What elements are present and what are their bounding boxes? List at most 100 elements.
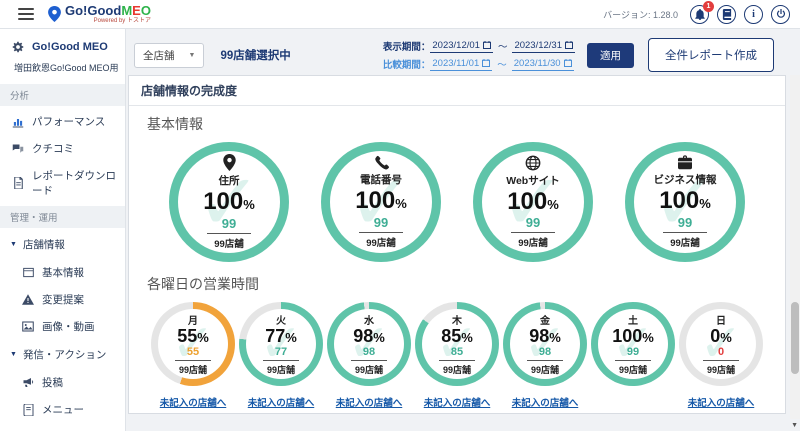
gauge-count: 98 <box>538 346 552 359</box>
gauge-business-info: ✓ ビジネス情報 100% 99 99店舗 <box>625 142 745 262</box>
basic-info-heading: 基本情報 <box>147 116 203 132</box>
tilde: ～ <box>497 42 508 53</box>
page-title: 店舗情報の完成度 <box>129 76 785 106</box>
day-label: 土 <box>628 315 638 327</box>
gauge-total: 99店舗 <box>518 238 548 250</box>
gauge-total: 99店舗 <box>178 365 207 376</box>
gauge-percent: 98% <box>529 325 561 346</box>
manual-button[interactable] <box>717 4 736 24</box>
app-logo: Go!GoodMEO Powered by トストア <box>48 4 151 24</box>
day-label: 火 <box>276 315 286 327</box>
weekday-gauges: ✓ 月 55% 55 99店舗 未記入の店舗へ ✓ 火 77% 77 99店舗 … <box>129 296 785 409</box>
sidebar-item-images-videos[interactable]: 画像・動画 <box>0 313 125 340</box>
divider <box>351 360 387 362</box>
sidebar-group-store-info[interactable]: ▼ 店舗情報 <box>0 230 125 259</box>
megaphone-icon <box>22 377 34 388</box>
day-label: 金 <box>540 315 550 327</box>
day-label: 日 <box>716 315 726 327</box>
tilde: ～ <box>497 60 507 71</box>
store-select[interactable]: 全店舗 ▼ <box>134 42 205 68</box>
logout-button[interactable] <box>771 4 790 24</box>
sidebar-item-posts[interactable]: 投稿 <box>0 369 125 396</box>
gauge-percent: 100% <box>507 187 559 215</box>
display-to-input[interactable]: 2023/12/31 <box>512 40 575 53</box>
display-period-row: 表示期間： 2023/12/01 ～ 2023/12/31 <box>383 39 575 53</box>
sidebar-item-review-reply[interactable]: クチコミ返信 <box>0 423 125 431</box>
warning-icon <box>22 294 34 305</box>
apply-button[interactable]: 適用 <box>587 42 634 68</box>
weekday-column-sun: ✓ 日 0% 0 99店舗 未記入の店舗へ <box>679 302 763 409</box>
sidebar-item-label: 変更提案 <box>42 294 84 306</box>
comments-icon <box>12 143 24 155</box>
gauge-count: 99 <box>373 214 389 230</box>
basic-info-gauges: ✓ 住所 100% 99 99店舗 ✓ 電話番号 100% 99 99店舗 ✓ … <box>129 136 785 266</box>
compare-to-value: 2023/11/30 <box>513 57 561 69</box>
completion-card: 店舗情報の完成度 基本情報 ✓ 住所 100% 99 99店舗 ✓ 電話番号 1… <box>128 75 786 414</box>
calendar-icon <box>482 59 491 67</box>
scrollbar-thumb[interactable] <box>791 302 799 375</box>
book-icon <box>722 8 731 20</box>
main-content: 全店舗 ▼ 99店舗選択中 表示期間： 2023/12/01 ～ 2023/12… <box>126 29 800 431</box>
unfilled-stores-link[interactable]: 未記入の店舗へ <box>160 395 227 409</box>
divider <box>703 360 739 362</box>
image-icon <box>22 321 34 332</box>
sidebar-item-change-proposal[interactable]: 変更提案 <box>0 286 125 313</box>
sidebar-account-title: Go!Good MEO <box>32 41 108 53</box>
globe-icon <box>525 155 541 171</box>
unfilled-stores-link[interactable]: 未記入の店舗へ <box>248 395 315 409</box>
gauge-label: ビジネス情報 <box>653 174 717 187</box>
sidebar-item-reviews[interactable]: クチコミ <box>0 135 125 162</box>
unfilled-stores-link[interactable]: 未記入の店舗へ <box>512 395 579 409</box>
notifications-button[interactable]: 1 <box>690 0 714 24</box>
gauge-label: 住所 <box>218 175 240 188</box>
gauge-mon: ✓ 月 55% 55 99店舗 <box>151 302 235 386</box>
card-icon <box>22 267 34 278</box>
bar-chart-icon <box>12 116 24 128</box>
gauge-sun: ✓ 日 0% 0 99店舗 <box>679 302 763 386</box>
gauge-fri: ✓ 金 98% 98 99店舗 <box>503 302 587 386</box>
gauge-total: 99店舗 <box>366 237 396 249</box>
sidebar-item-menu[interactable]: メニュー <box>0 396 125 423</box>
compare-period-row: 比較期間： 2023/11/01 ～ 2023/11/30 <box>383 57 575 71</box>
gauge-total: 99店舗 <box>354 365 383 376</box>
gauge-count: 55 <box>186 346 200 359</box>
gauge-phone: ✓ 電話番号 100% 99 99店舗 <box>321 142 441 262</box>
info-icon: i <box>752 8 755 20</box>
calendar-icon <box>565 41 573 49</box>
display-from-input[interactable]: 2023/12/01 <box>430 40 493 53</box>
logo-wordmark: Go!GoodMEO <box>65 3 151 18</box>
scroll-down-arrow-icon[interactable]: ▼ <box>791 422 798 429</box>
gauge-count: 99 <box>626 346 640 359</box>
compare-from-input[interactable]: 2023/11/01 <box>430 58 493 71</box>
divider <box>439 360 475 362</box>
briefcase-icon <box>678 155 692 170</box>
info-button[interactable]: i <box>744 4 763 24</box>
unfilled-stores-link[interactable]: 未記入の店舗へ <box>336 395 403 409</box>
gauge-total: 99店舗 <box>618 365 647 376</box>
weekday-column-sat: ✓ 土 100% 99 99店舗 <box>591 302 675 395</box>
sidebar-item-performance[interactable]: パフォーマンス <box>0 108 125 135</box>
menu-book-icon <box>22 403 34 416</box>
gear-icon <box>12 41 24 53</box>
divider <box>615 360 651 362</box>
sidebar-account-subtitle[interactable]: 増田飲恩Go!Good MEO用 <box>0 59 125 82</box>
unfilled-stores-link[interactable]: 未記入の店舗へ <box>688 395 755 409</box>
hamburger-menu-icon[interactable] <box>18 8 34 20</box>
gauge-total: 99店舗 <box>530 365 559 376</box>
sidebar-account[interactable]: Go!Good MEO <box>0 35 125 59</box>
sidebar-group-label: 発信・アクション <box>22 349 107 361</box>
gauge-sat: ✓ 土 100% 99 99店舗 <box>591 302 675 386</box>
create-report-button[interactable]: 全件レポート作成 <box>648 38 774 72</box>
gauge-percent: 98% <box>353 325 385 346</box>
sidebar-group-actions[interactable]: ▼ 発信・アクション <box>0 340 125 369</box>
unfilled-stores-link[interactable]: 未記入の店舗へ <box>424 395 491 409</box>
gauge-address: ✓ 住所 100% 99 99店舗 <box>169 142 289 262</box>
gauge-total: 99店舗 <box>266 365 295 376</box>
weekday-column-tue: ✓ 火 77% 77 99店舗 未記入の店舗へ <box>239 302 323 409</box>
sidebar-item-report-download[interactable]: レポートダウンロード <box>0 162 125 204</box>
divider <box>527 360 563 362</box>
day-label: 木 <box>452 315 462 327</box>
scrollbar-track[interactable] <box>790 75 800 419</box>
sidebar-item-basic-info[interactable]: 基本情報 <box>0 259 125 286</box>
compare-to-input[interactable]: 2023/11/30 <box>511 57 574 71</box>
